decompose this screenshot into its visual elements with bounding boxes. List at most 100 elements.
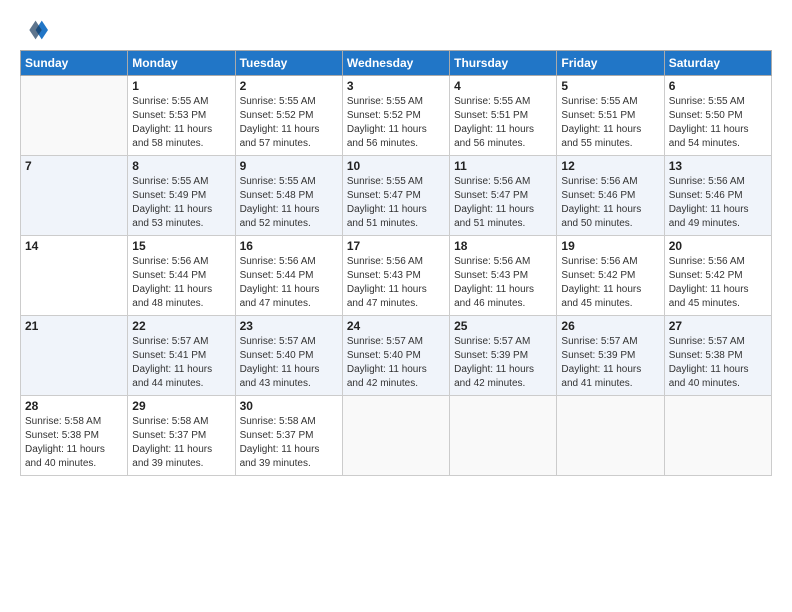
- day-number: 8: [132, 159, 230, 173]
- day-info: Sunrise: 5:56 AMSunset: 5:47 PMDaylight:…: [454, 175, 552, 231]
- day-cell: 30 Sunrise: 5:58 AMSunset: 5:37 PMDayligh…: [235, 396, 342, 476]
- day-cell: 21: [21, 316, 128, 396]
- week-row-2: 78 Sunrise: 5:55 AMSunset: 5:49 PMDayligh…: [21, 156, 772, 236]
- day-number: 7: [25, 159, 123, 173]
- day-info: Sunrise: 5:55 AMSunset: 5:50 PMDaylight:…: [669, 95, 767, 151]
- day-number: 10: [347, 159, 445, 173]
- day-number: 29: [132, 399, 230, 413]
- day-number: 28: [25, 399, 123, 413]
- day-info: Sunrise: 5:55 AMSunset: 5:48 PMDaylight:…: [240, 175, 338, 231]
- day-cell: 13 Sunrise: 5:56 AMSunset: 5:46 PMDayligh…: [664, 156, 771, 236]
- day-number: 3: [347, 79, 445, 93]
- week-row-5: 28 Sunrise: 5:58 AMSunset: 5:38 PMDayligh…: [21, 396, 772, 476]
- day-info: Sunrise: 5:56 AMSunset: 5:42 PMDaylight:…: [561, 255, 659, 311]
- day-info: Sunrise: 5:55 AMSunset: 5:51 PMDaylight:…: [454, 95, 552, 151]
- col-header-saturday: Saturday: [664, 51, 771, 76]
- day-cell: 9 Sunrise: 5:55 AMSunset: 5:48 PMDaylight…: [235, 156, 342, 236]
- day-cell: 18 Sunrise: 5:56 AMSunset: 5:43 PMDayligh…: [450, 236, 557, 316]
- day-cell: 5 Sunrise: 5:55 AMSunset: 5:51 PMDaylight…: [557, 76, 664, 156]
- day-number: 15: [132, 239, 230, 253]
- day-number: 24: [347, 319, 445, 333]
- day-cell: 25 Sunrise: 5:57 AMSunset: 5:39 PMDayligh…: [450, 316, 557, 396]
- day-number: 21: [25, 319, 123, 333]
- day-cell: [21, 76, 128, 156]
- day-number: 4: [454, 79, 552, 93]
- col-header-friday: Friday: [557, 51, 664, 76]
- day-cell: 8 Sunrise: 5:55 AMSunset: 5:49 PMDaylight…: [128, 156, 235, 236]
- day-cell: 10 Sunrise: 5:55 AMSunset: 5:47 PMDayligh…: [342, 156, 449, 236]
- day-cell: 23 Sunrise: 5:57 AMSunset: 5:40 PMDayligh…: [235, 316, 342, 396]
- col-header-monday: Monday: [128, 51, 235, 76]
- day-cell: 7: [21, 156, 128, 236]
- day-cell: 20 Sunrise: 5:56 AMSunset: 5:42 PMDayligh…: [664, 236, 771, 316]
- day-number: 14: [25, 239, 123, 253]
- logo: [20, 16, 52, 44]
- day-cell: 2 Sunrise: 5:55 AMSunset: 5:52 PMDaylight…: [235, 76, 342, 156]
- day-number: 17: [347, 239, 445, 253]
- day-cell: [664, 396, 771, 476]
- day-info: Sunrise: 5:56 AMSunset: 5:46 PMDaylight:…: [561, 175, 659, 231]
- day-number: 11: [454, 159, 552, 173]
- day-number: 23: [240, 319, 338, 333]
- day-info: Sunrise: 5:58 AMSunset: 5:37 PMDaylight:…: [132, 415, 230, 471]
- day-number: 26: [561, 319, 659, 333]
- col-header-thursday: Thursday: [450, 51, 557, 76]
- day-cell: 6 Sunrise: 5:55 AMSunset: 5:50 PMDaylight…: [664, 76, 771, 156]
- day-info: Sunrise: 5:56 AMSunset: 5:44 PMDaylight:…: [240, 255, 338, 311]
- day-info: Sunrise: 5:56 AMSunset: 5:42 PMDaylight:…: [669, 255, 767, 311]
- day-info: Sunrise: 5:56 AMSunset: 5:46 PMDaylight:…: [669, 175, 767, 231]
- day-cell: 26 Sunrise: 5:57 AMSunset: 5:39 PMDayligh…: [557, 316, 664, 396]
- day-cell: 14: [21, 236, 128, 316]
- day-info: Sunrise: 5:58 AMSunset: 5:37 PMDaylight:…: [240, 415, 338, 471]
- day-number: 13: [669, 159, 767, 173]
- day-info: Sunrise: 5:55 AMSunset: 5:53 PMDaylight:…: [132, 95, 230, 151]
- day-cell: 19 Sunrise: 5:56 AMSunset: 5:42 PMDayligh…: [557, 236, 664, 316]
- day-cell: 1 Sunrise: 5:55 AMSunset: 5:53 PMDaylight…: [128, 76, 235, 156]
- day-cell: 22Sunrise: 5:57 AMSunset: 5:41 PMDayligh…: [128, 316, 235, 396]
- day-info: Sunrise: 5:58 AMSunset: 5:38 PMDaylight:…: [25, 415, 123, 471]
- day-number: 9: [240, 159, 338, 173]
- week-row-4: 21 22Sunrise: 5:57 AMSunset: 5:41 PMDayli…: [21, 316, 772, 396]
- day-cell: 12Sunrise: 5:56 AMSunset: 5:46 PMDayligh…: [557, 156, 664, 236]
- day-info: Sunrise: 5:56 AMSunset: 5:43 PMDaylight:…: [454, 255, 552, 311]
- day-number: 20: [669, 239, 767, 253]
- day-info: Sunrise: 5:55 AMSunset: 5:52 PMDaylight:…: [347, 95, 445, 151]
- day-number: 1: [132, 79, 230, 93]
- day-info: Sunrise: 5:55 AMSunset: 5:47 PMDaylight:…: [347, 175, 445, 231]
- calendar-table: SundayMondayTuesdayWednesdayThursdayFrid…: [20, 50, 772, 476]
- day-info: Sunrise: 5:57 AMSunset: 5:40 PMDaylight:…: [240, 335, 338, 391]
- day-number: 5: [561, 79, 659, 93]
- day-info: Sunrise: 5:55 AMSunset: 5:51 PMDaylight:…: [561, 95, 659, 151]
- day-info: Sunrise: 5:56 AMSunset: 5:44 PMDaylight:…: [132, 255, 230, 311]
- day-info: Sunrise: 5:57 AMSunset: 5:38 PMDaylight:…: [669, 335, 767, 391]
- day-cell: 4 Sunrise: 5:55 AMSunset: 5:51 PMDaylight…: [450, 76, 557, 156]
- week-row-3: 14 15 Sunrise: 5:56 AMSunset: 5:44 PMDayli…: [21, 236, 772, 316]
- day-info: Sunrise: 5:57 AMSunset: 5:39 PMDaylight:…: [454, 335, 552, 391]
- day-cell: 28 Sunrise: 5:58 AMSunset: 5:38 PMDayligh…: [21, 396, 128, 476]
- day-number: 6: [669, 79, 767, 93]
- logo-icon: [20, 16, 48, 44]
- col-header-tuesday: Tuesday: [235, 51, 342, 76]
- day-cell: [557, 396, 664, 476]
- day-number: 16: [240, 239, 338, 253]
- day-info: Sunrise: 5:57 AMSunset: 5:39 PMDaylight:…: [561, 335, 659, 391]
- col-header-sunday: Sunday: [21, 51, 128, 76]
- day-number: 19: [561, 239, 659, 253]
- day-number: 18: [454, 239, 552, 253]
- day-number: 25: [454, 319, 552, 333]
- day-info: Sunrise: 5:57 AMSunset: 5:40 PMDaylight:…: [347, 335, 445, 391]
- page: SundayMondayTuesdayWednesdayThursdayFrid…: [0, 0, 792, 612]
- day-number: 22: [132, 319, 230, 333]
- day-cell: 16 Sunrise: 5:56 AMSunset: 5:44 PMDayligh…: [235, 236, 342, 316]
- day-cell: 3 Sunrise: 5:55 AMSunset: 5:52 PMDaylight…: [342, 76, 449, 156]
- day-number: 30: [240, 399, 338, 413]
- day-cell: 29 Sunrise: 5:58 AMSunset: 5:37 PMDayligh…: [128, 396, 235, 476]
- day-cell: 17Sunrise: 5:56 AMSunset: 5:43 PMDayligh…: [342, 236, 449, 316]
- week-row-1: 1 Sunrise: 5:55 AMSunset: 5:53 PMDaylight…: [21, 76, 772, 156]
- day-info: Sunrise: 5:55 AMSunset: 5:52 PMDaylight:…: [240, 95, 338, 151]
- day-cell: [450, 396, 557, 476]
- day-number: 2: [240, 79, 338, 93]
- header-row: SundayMondayTuesdayWednesdayThursdayFrid…: [21, 51, 772, 76]
- day-cell: 27Sunrise: 5:57 AMSunset: 5:38 PMDayligh…: [664, 316, 771, 396]
- day-info: Sunrise: 5:55 AMSunset: 5:49 PMDaylight:…: [132, 175, 230, 231]
